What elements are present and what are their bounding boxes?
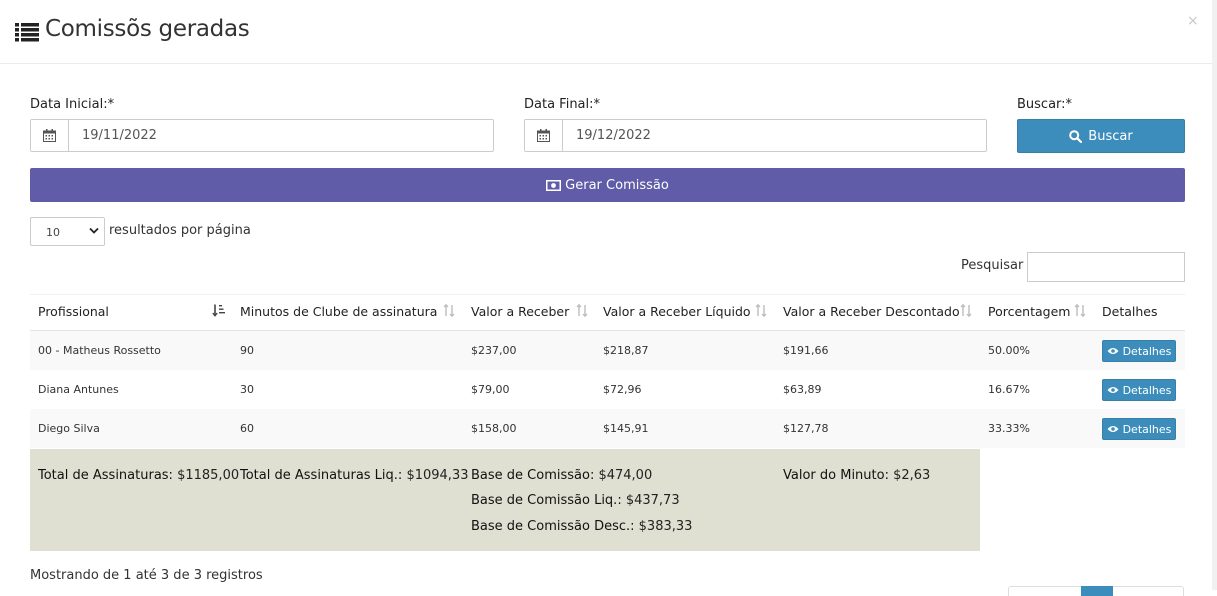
base-comissao-label: Base de Comissão: <box>471 468 595 483</box>
base-comissao-value: $474,00 <box>598 468 653 483</box>
eye-icon <box>1107 387 1119 393</box>
base-comissao-desc-label: Base de Comissão Desc.: <box>471 519 635 534</box>
cell-minutos: 30 <box>240 383 254 396</box>
details-button[interactable]: Detalhes <box>1102 379 1176 401</box>
details-button-label: Detalhes <box>1122 383 1172 397</box>
cell-descontado: $63,89 <box>783 383 822 396</box>
sort-icon[interactable] <box>960 304 972 317</box>
page-length-value: 10 <box>46 226 60 239</box>
sort-icon[interactable] <box>443 304 455 317</box>
cell-liquido: $218,87 <box>603 344 649 357</box>
cell-descontado: $191,66 <box>783 344 829 357</box>
generate-commission-label: Gerar Comissão <box>565 177 669 193</box>
start-date-input[interactable] <box>69 120 493 151</box>
table-info: Mostrando de 1 até 3 de 3 registros <box>30 568 263 583</box>
cell-valor: $79,00 <box>471 383 510 396</box>
eye-icon <box>1107 426 1119 432</box>
cell-valor: $237,00 <box>471 344 517 357</box>
valor-minuto-label: Valor do Minuto: <box>783 468 889 483</box>
details-button[interactable]: Detalhes <box>1102 340 1176 362</box>
sort-icon[interactable] <box>1074 304 1086 317</box>
cell-porcentagem: 16.67% <box>988 383 1030 396</box>
cell-valor: $158,00 <box>471 422 517 435</box>
eye-icon <box>1107 348 1119 354</box>
column-header-liquido[interactable]: Valor a Receber Líquido <box>603 295 751 331</box>
column-header-valor[interactable]: Valor a Receber <box>471 295 569 331</box>
cell-profissional: 00 - Matheus Rossetto <box>38 344 161 357</box>
cell-porcentagem: 50.00% <box>988 344 1030 357</box>
sort-asc-icon[interactable] <box>212 304 226 317</box>
money-icon <box>546 179 562 191</box>
column-header-porcentagem[interactable]: Porcentagem <box>988 295 1070 331</box>
column-header-descontado[interactable]: Valor a Receber Descontado <box>783 295 960 331</box>
modal-header: Comissõs geradas × <box>0 0 1212 64</box>
pagination[interactable] <box>1008 586 1184 596</box>
page-length-label: resultados por página <box>109 223 251 238</box>
search-filter-label: Buscar:* <box>1017 97 1073 112</box>
start-date-label: Data Inicial:* <box>30 97 115 112</box>
details-button-label: Detalhes <box>1122 422 1172 436</box>
sort-icon[interactable] <box>755 304 767 317</box>
base-comissao-desc: Base de Comissão Desc.: $383,33 <box>471 519 692 534</box>
end-date-group <box>524 119 987 152</box>
table-row: Diana Antunes 30 $79,00 $72,96 $63,89 16… <box>30 370 1185 409</box>
scrollbar[interactable] <box>1212 0 1217 590</box>
cell-porcentagem: 33.33% <box>988 422 1030 435</box>
total-assinaturas-liq-label: Total de Assinaturas Liq.: <box>240 468 403 483</box>
total-assinaturas-liq-value: $1094,33 <box>406 468 469 483</box>
column-header-minutos[interactable]: Minutos de Clube de assinatura <box>240 295 437 331</box>
total-assinaturas-value: $1185,00 <box>177 468 240 483</box>
cell-profissional: Diana Antunes <box>38 383 119 396</box>
total-assinaturas-label: Total de Assinaturas: <box>38 468 173 483</box>
cell-liquido: $145,91 <box>603 422 649 435</box>
chevron-down-icon <box>89 227 99 234</box>
table-search-label: Pesquisar <box>961 258 1024 273</box>
base-comissao-liq-label: Base de Comissão Liq.: <box>471 493 622 508</box>
base-comissao-liq-value: $437,73 <box>625 493 680 508</box>
details-button[interactable]: Detalhes <box>1102 418 1176 440</box>
column-header-profissional[interactable]: Profissional <box>38 295 109 331</box>
sort-icon[interactable] <box>576 304 588 317</box>
table-search-input[interactable] <box>1027 252 1185 282</box>
end-date-input[interactable] <box>563 120 986 151</box>
modal-title: Comissõs geradas <box>45 16 250 42</box>
page-length-select[interactable]: 10 <box>30 217 105 246</box>
close-icon[interactable]: × <box>1187 14 1199 28</box>
search-button-label: Buscar <box>1088 128 1133 144</box>
list-icon <box>15 23 39 42</box>
column-header-detalhes: Detalhes <box>1102 304 1158 319</box>
calendar-icon <box>31 120 69 151</box>
search-button[interactable]: Buscar <box>1017 119 1185 153</box>
table-row: Diego Silva 60 $158,00 $145,91 $127,78 3… <box>30 409 1185 448</box>
table-row: 00 - Matheus Rossetto 90 $237,00 $218,87… <box>30 331 1185 370</box>
totals-panel: Total de Assinaturas: $1185,00 Total de … <box>30 449 980 551</box>
details-button-label: Detalhes <box>1122 344 1172 358</box>
cell-minutos: 60 <box>240 422 254 435</box>
cell-liquido: $72,96 <box>603 383 642 396</box>
base-comissao: Base de Comissão: $474,00 <box>471 468 652 483</box>
pagination-active-page[interactable] <box>1081 586 1113 596</box>
total-assinaturas: Total de Assinaturas: $1185,00 <box>38 468 239 483</box>
valor-minuto: Valor do Minuto: $2,63 <box>783 468 930 483</box>
base-comissao-desc-value: $383,33 <box>638 519 693 534</box>
start-date-group <box>30 119 494 152</box>
end-date-label: Data Final:* <box>524 97 601 112</box>
cell-minutos: 90 <box>240 344 254 357</box>
cell-profissional: Diego Silva <box>38 422 100 435</box>
generate-commission-button[interactable]: Gerar Comissão <box>30 168 1185 202</box>
total-assinaturas-liq: Total de Assinaturas Liq.: $1094,33 <box>240 468 468 483</box>
calendar-icon <box>525 120 563 151</box>
search-icon <box>1069 129 1083 143</box>
cell-descontado: $127,78 <box>783 422 829 435</box>
base-comissao-liq: Base de Comissão Liq.: $437,73 <box>471 493 680 508</box>
valor-minuto-value: $2,63 <box>893 468 931 483</box>
